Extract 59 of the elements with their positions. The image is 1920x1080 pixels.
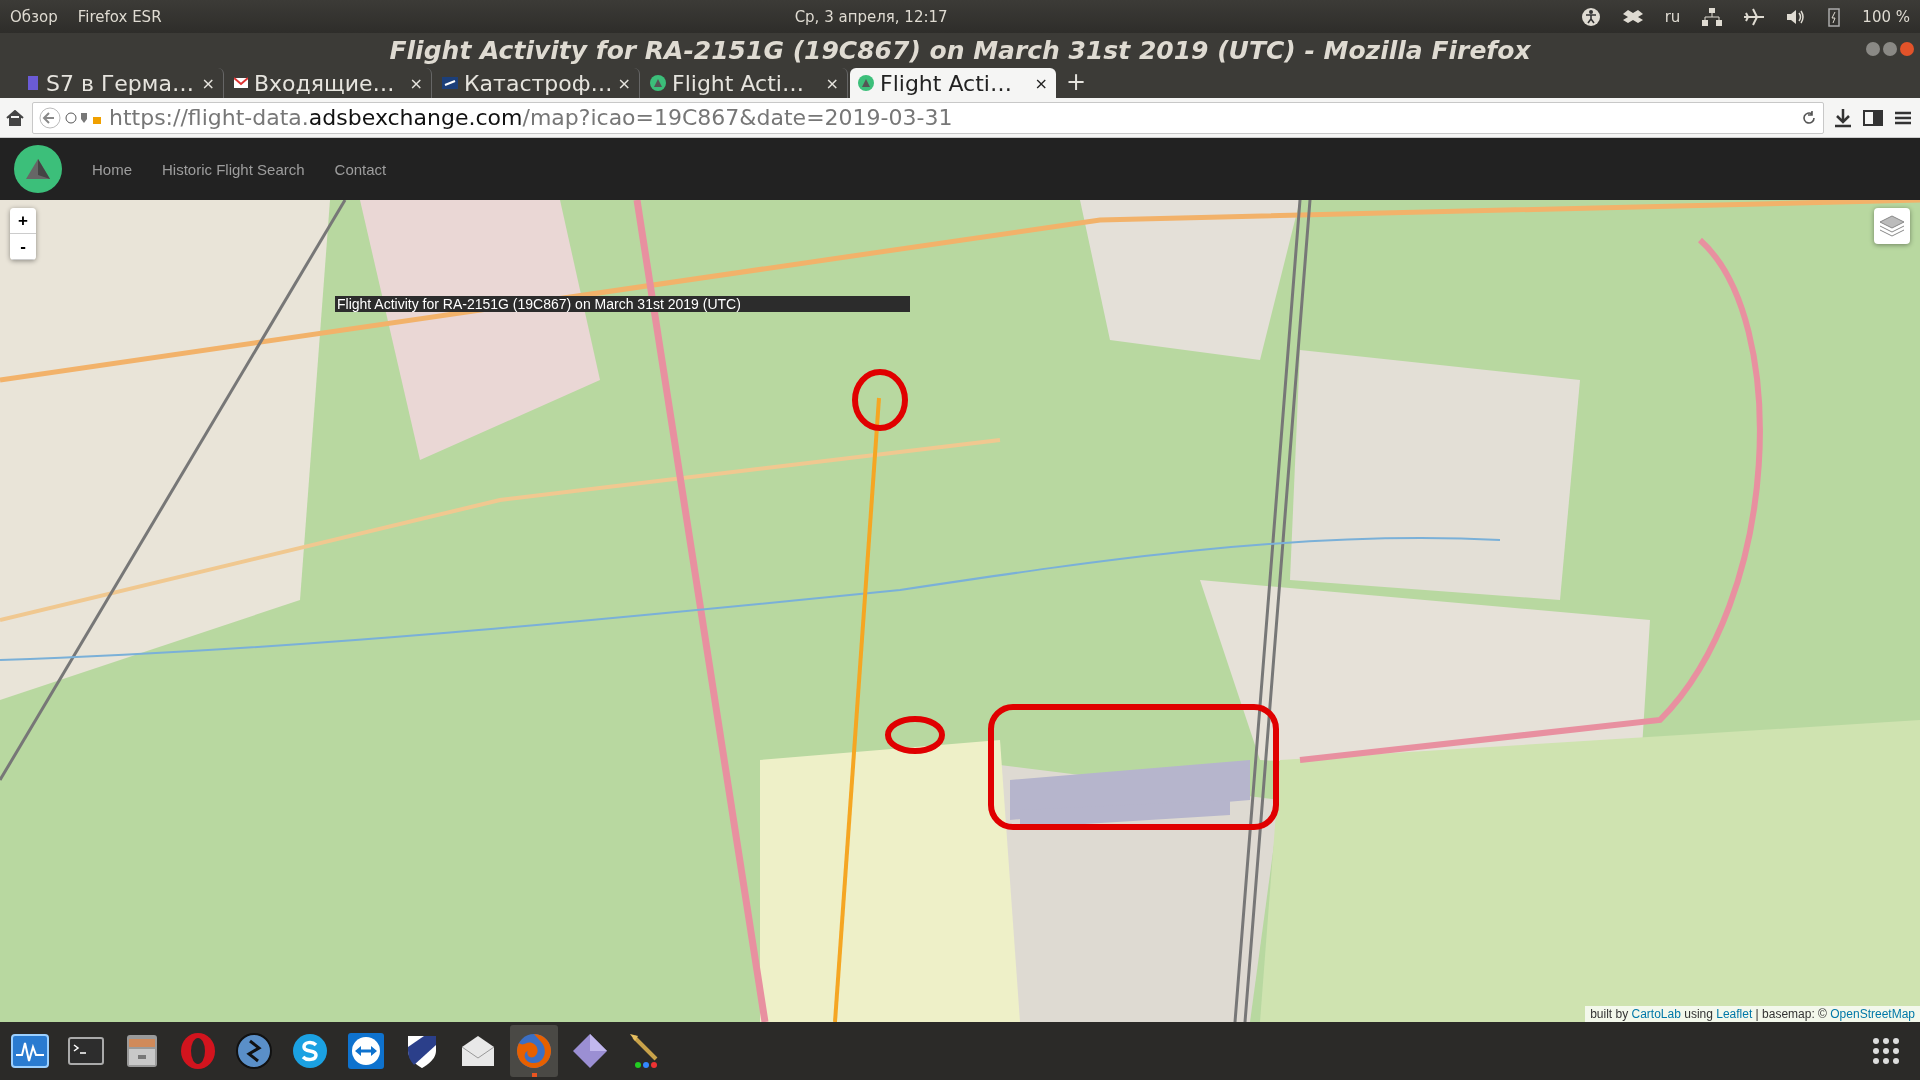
envelope-icon xyxy=(234,77,248,89)
tab-close-button[interactable]: × xyxy=(617,73,631,93)
tab-title: Входящие… xyxy=(254,70,396,96)
battery-percentage[interactable]: 100 % xyxy=(1862,7,1910,26)
nav-link[interactable]: Contact xyxy=(334,160,387,178)
tab-title: Flight Acti… xyxy=(880,70,1013,96)
logo-icon xyxy=(858,75,874,91)
tab-close-button[interactable]: × xyxy=(201,73,215,93)
ring-icon xyxy=(178,1031,218,1071)
attribution-text: using xyxy=(1683,1007,1714,1021)
app-grid-icon[interactable] xyxy=(1872,1037,1900,1065)
tab-close-button[interactable]: × xyxy=(409,73,423,93)
attribution-text: | basemap: © xyxy=(1754,1007,1828,1021)
layers-button[interactable] xyxy=(1874,208,1910,244)
logo-icon xyxy=(650,75,666,91)
maximize-button[interactable] xyxy=(1883,42,1897,56)
fox-globe-icon xyxy=(514,1031,554,1071)
address-field[interactable]: https://flight-data.adsbexchange.com/map?icao=19C867&date=2019-03-31 xyxy=(32,101,1824,134)
window-title: Flight Activity for RA-2151G (19C867) on March 31st 2019 (UTC) - Mozilla Firefox xyxy=(389,35,1531,65)
tab-close-button[interactable]: × xyxy=(1034,73,1048,93)
network-icon[interactable] xyxy=(1702,7,1723,26)
skype-icon xyxy=(290,1031,330,1071)
attribution-link[interactable]: CartoLab xyxy=(1631,1007,1681,1021)
running-indicator xyxy=(531,1073,537,1077)
home-icon[interactable] xyxy=(6,109,24,126)
attribution-link[interactable]: Leaflet xyxy=(1716,1007,1753,1021)
activities-button[interactable]: Обзор xyxy=(10,7,58,26)
flag-icon xyxy=(442,77,458,89)
browser-tab[interactable]: Flight Acti… × xyxy=(850,68,1056,98)
attribution-link[interactable]: OpenStreetMap xyxy=(1830,1007,1915,1021)
zoom-in-button[interactable]: + xyxy=(10,208,36,234)
tab-close-button[interactable]: × xyxy=(825,73,839,93)
keyboard-layout[interactable]: ru xyxy=(1664,7,1681,26)
lightning-icon xyxy=(234,1031,274,1071)
sidebar-icon[interactable] xyxy=(1862,107,1884,128)
nav-link[interactable]: Historic Flight Search xyxy=(162,160,305,178)
bookmark-icon xyxy=(26,75,40,91)
minimize-button[interactable] xyxy=(1866,42,1880,56)
battery-icon[interactable] xyxy=(1828,6,1841,27)
zoom-out-button[interactable]: - xyxy=(10,234,36,260)
close-button[interactable] xyxy=(1900,42,1914,56)
url-text: https://flight-data.adsbexchange.com/map?icao=19C867&date=2019-03-31 xyxy=(109,105,954,130)
new-tab-button[interactable]: + xyxy=(1058,68,1095,98)
clock[interactable]: Ср, 3 апреля, 12:17 xyxy=(794,7,948,26)
accessibility-icon[interactable] xyxy=(1580,6,1601,27)
attribution-text: built by xyxy=(1590,1007,1630,1021)
download-icon[interactable] xyxy=(1832,107,1854,128)
reload-icon[interactable] xyxy=(1801,109,1817,126)
logo-icon[interactable] xyxy=(14,145,62,193)
tab-title: Катастроф… xyxy=(464,70,612,96)
volume-icon[interactable] xyxy=(1786,7,1807,26)
airplane-icon[interactable] xyxy=(1744,7,1765,26)
map-tooltip: Flight Activity for RA-2151G (19C867) on March 31st 2019 (UTC) xyxy=(335,296,910,312)
system-monitor-icon xyxy=(10,1031,50,1071)
nav-link[interactable]: Home xyxy=(92,160,132,178)
app-menu[interactable]: Firefox ESR xyxy=(77,7,162,26)
tab-title: S7 в Герма… xyxy=(46,70,195,96)
tab-title: Flight Acti… xyxy=(672,70,805,96)
dropbox-icon[interactable] xyxy=(1622,7,1643,26)
